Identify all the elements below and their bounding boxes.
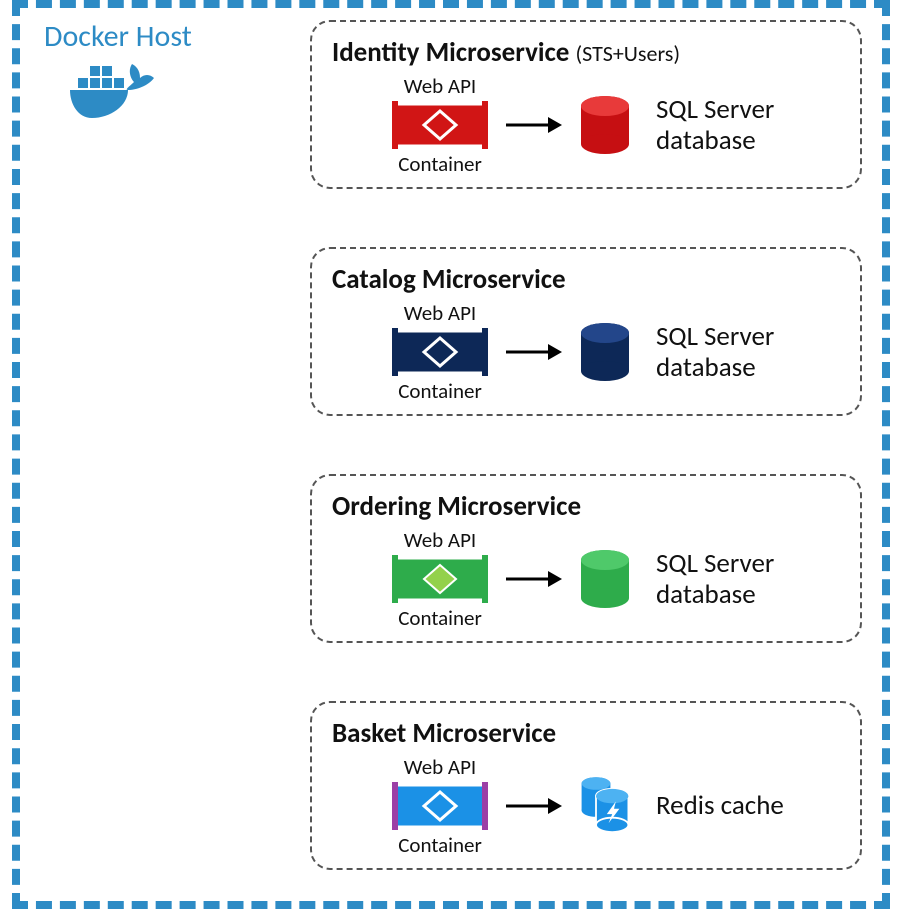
identity-title: Identity Microservice (STS+Users) [332, 36, 840, 69]
identity-container-label: Container [392, 151, 488, 177]
identity-subtitle: (STS+Users) [576, 40, 681, 67]
catalog-title: Catalog Microservice [332, 263, 840, 296]
catalog-database-icon [578, 321, 632, 383]
identity-database-label: SQL Server database [656, 94, 774, 156]
identity-database-icon [578, 94, 632, 156]
catalog-title-text: Catalog Microservice [332, 263, 566, 296]
catalog-webapi-label: Web API [392, 300, 488, 326]
ordering-title-text: Ordering Microservice [332, 490, 581, 523]
basket-webapi-label: Web API [392, 754, 488, 780]
basket-container-label: Container [392, 832, 488, 858]
arrow-icon [504, 113, 562, 137]
basket-title-text: Basket Microservice [332, 717, 556, 750]
docker-host-frame-top [12, 0, 890, 8]
ordering-container-label: Container [392, 605, 488, 631]
ordering-title: Ordering Microservice [332, 490, 840, 523]
ordering-container-icon [392, 555, 488, 603]
identity-webapi-label: Web API [392, 73, 488, 99]
docker-host-frame-bottom [12, 901, 890, 909]
basket-container: Web API Container [392, 754, 488, 858]
arrow-icon [504, 794, 562, 818]
catalog-container-label: Container [392, 378, 488, 404]
identity-container: Web API Container [392, 73, 488, 177]
catalog-database-label: SQL Server database [656, 321, 774, 383]
basket-redis-label: Redis cache [656, 790, 784, 821]
catalog-microservice: Catalog Microservice Web API Container [310, 247, 862, 416]
ordering-database-icon [578, 548, 632, 610]
basket-redis-icon [578, 775, 632, 837]
basket-title: Basket Microservice [332, 717, 840, 750]
identity-title-text: Identity Microservice [332, 36, 569, 69]
ordering-webapi-label: Web API [392, 527, 488, 553]
docker-logo-icon [64, 56, 164, 128]
catalog-container-icon [392, 328, 488, 376]
basket-microservice: Basket Microservice Web API Container [310, 701, 862, 870]
catalog-container: Web API Container [392, 300, 488, 404]
ordering-database-label: SQL Server database [656, 548, 774, 610]
arrow-icon [504, 567, 562, 591]
docker-host-title: Docker Host [44, 18, 192, 55]
identity-container-icon [392, 101, 488, 149]
basket-container-icon [392, 782, 488, 830]
ordering-microservice: Ordering Microservice Web API Container [310, 474, 862, 643]
identity-microservice: Identity Microservice (STS+Users) Web AP… [310, 20, 862, 189]
arrow-icon [504, 340, 562, 364]
ordering-container: Web API Container [392, 527, 488, 631]
